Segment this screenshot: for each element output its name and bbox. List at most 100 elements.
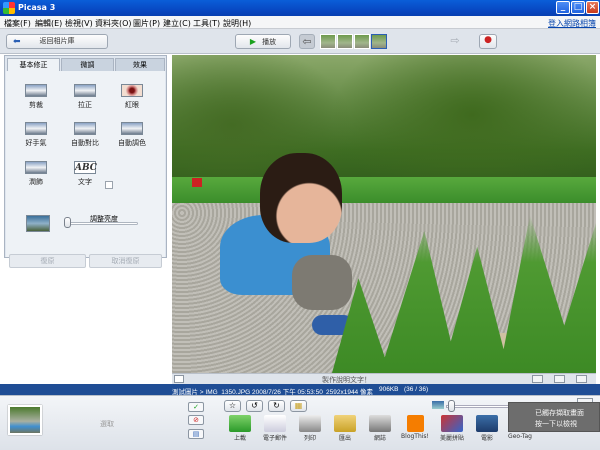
photo-viewer[interactable] (172, 55, 596, 373)
blog-book-icon (369, 415, 391, 432)
caption-option-button[interactable] (554, 375, 565, 383)
blog-action[interactable]: 網誌 (362, 415, 398, 442)
zoom-photo-icon (432, 401, 444, 409)
crop-icon (25, 84, 47, 97)
blog-label: 網誌 (373, 435, 386, 442)
printer-icon (299, 415, 321, 432)
maximize-button[interactable]: □ (571, 1, 585, 14)
auto-color-label: 自動調色 (118, 139, 146, 147)
back-to-library-label: 返回相片庫 (39, 37, 75, 45)
red-eye-tool-button[interactable]: ● (479, 34, 497, 49)
tool-checkbox[interactable] (105, 181, 113, 189)
menu-picture[interactable]: 圖片(P) (133, 18, 160, 29)
photo-red-flag (192, 178, 202, 187)
rotate-right-button[interactable]: ↻ (268, 400, 285, 412)
red-eye-tool-icon: ● (484, 35, 492, 45)
tray-thumbnail[interactable] (8, 405, 42, 435)
menu-file[interactable]: 檔案(F) (4, 18, 31, 29)
export-action[interactable]: 匯出 (327, 415, 363, 442)
play-label: 播放 (262, 38, 277, 46)
close-button[interactable]: × (586, 1, 599, 14)
auto-color-tool[interactable]: 自動調色 (110, 122, 154, 148)
filmstrip-thumbnail[interactable] (337, 34, 353, 49)
brightness-slider-knob[interactable] (64, 217, 71, 228)
film-icon (476, 415, 498, 432)
brightness-slider[interactable] (66, 222, 138, 225)
zoom-slider[interactable] (446, 405, 516, 408)
play-icon: ▶ (249, 37, 257, 46)
blogthis-action[interactable]: BlogThis! (397, 415, 433, 440)
menu-tools[interactable]: 工具(T) (193, 18, 220, 29)
menu-create[interactable]: 建立(C) (163, 18, 191, 29)
add-to-album-icon[interactable]: ▤ (188, 429, 204, 439)
picasa-logo-icon (3, 2, 15, 14)
retouch-tool[interactable]: 潤飾 (14, 161, 58, 187)
undo-button[interactable]: 復原 (9, 254, 86, 268)
feeling-lucky-icon (25, 122, 47, 135)
crop-tool[interactable]: 剪裁 (14, 84, 58, 110)
photo-child-legs (292, 255, 352, 310)
minimize-button[interactable]: _ (556, 1, 570, 14)
status-bar: 測試圖片 > IMG_1350.JPG 2008/7/26 下午 05:53:5… (0, 384, 600, 396)
email-action[interactable]: 電子郵件 (257, 415, 293, 442)
tab-basic-fixes[interactable]: 基本修正 (7, 58, 60, 72)
email-label: 電子郵件 (262, 435, 287, 442)
folder-export-icon (334, 415, 356, 432)
upload-arrow-icon (229, 415, 251, 432)
hold-pin-icon[interactable]: ✓ (188, 402, 204, 412)
retouch-label: 潤飾 (29, 178, 43, 186)
filmstrip-thumbnail[interactable] (354, 34, 370, 49)
movie-action[interactable]: 電影 (469, 415, 505, 442)
redo-button[interactable]: 取消復原 (89, 254, 162, 268)
tray-selection-label: 選取 (100, 420, 114, 428)
tab-body: 剪裁 拉正 紅眼 好手氣 自動對比 自動調色 潤飾 ABC 文字 調整亮度 復原 … (6, 71, 165, 268)
collage-label: 美麗拼貼 (439, 435, 464, 442)
crop-label: 剪裁 (29, 101, 43, 109)
caption-option-button[interactable] (576, 375, 587, 383)
clear-tray-icon[interactable]: ⊘ (188, 415, 204, 425)
filmstrip-thumbnail-selected[interactable] (371, 34, 387, 49)
photo-child-head (260, 153, 342, 243)
zoom-slider-knob[interactable] (448, 400, 455, 412)
straighten-tool[interactable]: 拉正 (63, 84, 107, 110)
tab-tuning[interactable]: 微調 (61, 58, 114, 71)
auto-contrast-tool[interactable]: 自動對比 (63, 122, 107, 148)
menu-folder[interactable]: 資料夾(O) (95, 18, 132, 29)
caption-toggle-icon[interactable] (174, 375, 184, 383)
red-eye-label: 紅眼 (125, 101, 139, 109)
photo-grass-band (172, 177, 596, 203)
sign-in-web-albums-link[interactable]: 登入網路相簿 (548, 18, 596, 29)
star-button[interactable]: ☆ (224, 400, 241, 412)
previous-photo-button[interactable]: ⇦ (299, 34, 315, 49)
rotate-left-button[interactable]: ↺ (246, 400, 263, 412)
edit-panel: 基本修正 微調 效果 剪裁 拉正 紅眼 好手氣 自動對比 自動調色 潤飾 ABC… (4, 55, 167, 268)
straighten-label: 拉正 (78, 101, 92, 109)
upload-label: 上載 (233, 435, 246, 442)
menu-help[interactable]: 說明(H) (223, 18, 251, 29)
movie-label: 電影 (480, 435, 493, 442)
tooltip-line-2: 按一下以檢視 (535, 420, 577, 428)
upload-action[interactable]: 上載 (222, 415, 258, 442)
menu-view[interactable]: 檢視(V) (65, 18, 93, 29)
status-index: (36 / 36) (404, 386, 429, 393)
toolbar: ⬅ 返回相片庫 ▶ 播放 ⇦ ⇨ ● (0, 29, 600, 54)
back-to-library-button[interactable]: ⬅ 返回相片庫 (6, 34, 108, 49)
straighten-icon (74, 84, 96, 97)
feeling-lucky-label: 好手氣 (25, 139, 47, 147)
red-eye-tool[interactable]: 紅眼 (110, 84, 154, 110)
window-title: Picasa 3 (18, 3, 56, 12)
tooltip-line-1: 已觸存擷取畫面 (535, 409, 584, 417)
feeling-lucky-tool[interactable]: 好手氣 (14, 122, 58, 148)
collage-action[interactable]: 美麗拼貼 (434, 415, 470, 442)
folder-button[interactable]: ▦ (290, 400, 307, 412)
print-action[interactable]: 列印 (292, 415, 328, 442)
tab-effects[interactable]: 效果 (115, 58, 165, 71)
text-tool[interactable]: ABC 文字 (63, 161, 107, 187)
screenshot-tooltip[interactable]: 已觸存擷取畫面 按一下以檢視 (508, 402, 600, 432)
caption-option-button[interactable] (532, 375, 543, 383)
menu-edit[interactable]: 編輯(E) (35, 18, 62, 29)
filmstrip-thumbnail[interactable] (320, 34, 336, 49)
next-photo-button[interactable]: ⇨ (447, 34, 463, 49)
play-slideshow-button[interactable]: ▶ 播放 (235, 34, 291, 49)
text-label: 文字 (78, 178, 92, 186)
